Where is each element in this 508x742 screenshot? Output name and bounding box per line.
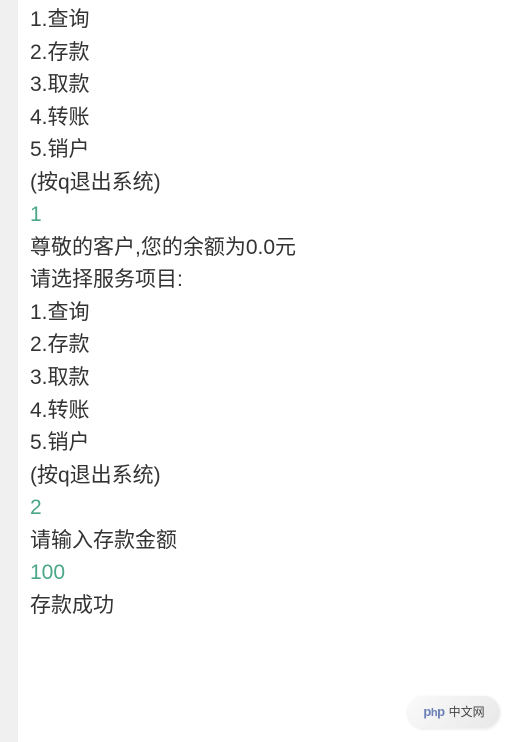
menu-option-query: 1.查询	[30, 4, 508, 37]
menu-option-withdraw: 3.取款	[30, 69, 508, 102]
menu-quit-hint: (按q退出系统)	[30, 167, 508, 200]
console-output: 1.查询 2.存款 3.取款 4.转账 5.销户 (按q退出系统) 1 尊敬的客…	[0, 0, 508, 622]
site-watermark: php 中文网	[408, 696, 500, 728]
menu-option-transfer: 4.转账	[30, 395, 508, 428]
menu-quit-hint: (按q退出系统)	[30, 460, 508, 493]
user-input-amount: 100	[30, 557, 508, 590]
service-prompt: 请选择服务项目:	[30, 264, 508, 297]
menu-option-withdraw: 3.取款	[30, 362, 508, 395]
menu-option-query: 1.查询	[30, 297, 508, 330]
balance-message: 尊敬的客户,您的余额为0.0元	[30, 232, 508, 265]
menu-option-deposit: 2.存款	[30, 37, 508, 70]
deposit-amount-prompt: 请输入存款金额	[30, 525, 508, 558]
menu-option-close: 5.销户	[30, 134, 508, 167]
menu-option-transfer: 4.转账	[30, 102, 508, 135]
deposit-success-message: 存款成功	[30, 590, 508, 623]
watermark-text: 中文网	[449, 703, 485, 722]
user-input-1: 1	[30, 199, 508, 232]
php-logo-icon: php	[423, 702, 444, 722]
menu-option-deposit: 2.存款	[30, 329, 508, 362]
editor-gutter	[0, 0, 18, 742]
user-input-2: 2	[30, 492, 508, 525]
menu-option-close: 5.销户	[30, 427, 508, 460]
